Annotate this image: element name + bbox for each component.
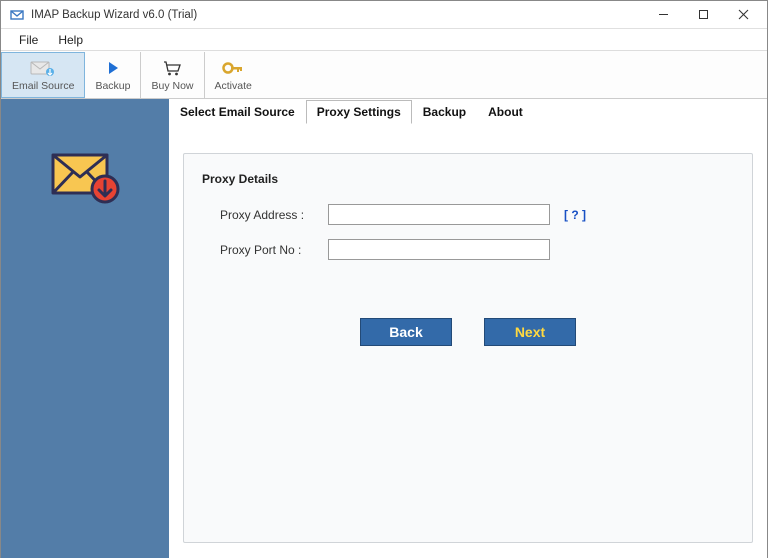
tab-proxy-settings[interactable]: Proxy Settings bbox=[306, 100, 412, 124]
titlebar: IMAP Backup Wizard v6.0 (Trial) bbox=[1, 1, 767, 29]
menu-file[interactable]: File bbox=[9, 31, 48, 49]
proxy-address-row: Proxy Address : [ ? ] bbox=[220, 204, 734, 225]
back-button[interactable]: Back bbox=[360, 318, 452, 346]
proxy-port-label: Proxy Port No : bbox=[220, 243, 328, 257]
proxy-port-row: Proxy Port No : bbox=[220, 239, 734, 260]
toolbar-buy-now[interactable]: Buy Now bbox=[141, 52, 204, 98]
menubar: File Help bbox=[1, 29, 767, 51]
toolbar: Email Source Backup Buy Now bbox=[1, 51, 767, 99]
envelope-download-icon bbox=[45, 137, 125, 210]
toolbar-activate[interactable]: Activate bbox=[205, 52, 262, 98]
toolbar-label: Email Source bbox=[12, 80, 74, 92]
app-icon bbox=[9, 7, 25, 23]
toolbar-email-source[interactable]: Email Source bbox=[1, 52, 85, 98]
buy-now-icon bbox=[162, 58, 182, 78]
tab-about[interactable]: About bbox=[477, 100, 534, 124]
window-controls bbox=[643, 2, 763, 28]
proxy-panel: Proxy Details Proxy Address : [ ? ] Prox… bbox=[183, 153, 753, 543]
minimize-button[interactable] bbox=[643, 2, 683, 28]
toolbar-backup[interactable]: Backup bbox=[85, 52, 141, 98]
next-button[interactable]: Next bbox=[484, 318, 576, 346]
help-link[interactable]: [ ? ] bbox=[564, 208, 586, 222]
panel-title: Proxy Details bbox=[202, 172, 734, 186]
tabs: Select Email Source Proxy Settings Backu… bbox=[169, 99, 767, 123]
toolbar-label: Activate bbox=[215, 80, 252, 92]
button-row: Back Next bbox=[202, 318, 734, 346]
tab-backup[interactable]: Backup bbox=[412, 100, 477, 124]
proxy-address-label: Proxy Address : bbox=[220, 208, 328, 222]
close-button[interactable] bbox=[723, 2, 763, 28]
main-area: Select Email Source Proxy Settings Backu… bbox=[1, 99, 767, 558]
tab-select-email-source[interactable]: Select Email Source bbox=[169, 100, 306, 124]
toolbar-label: Buy Now bbox=[151, 80, 193, 92]
window-title: IMAP Backup Wizard v6.0 (Trial) bbox=[31, 9, 643, 21]
content-area: Select Email Source Proxy Settings Backu… bbox=[169, 99, 767, 558]
toolbar-label: Backup bbox=[95, 80, 130, 92]
backup-icon bbox=[106, 58, 120, 78]
maximize-button[interactable] bbox=[683, 2, 723, 28]
proxy-address-input[interactable] bbox=[328, 204, 550, 225]
menu-help[interactable]: Help bbox=[48, 31, 93, 49]
sidebar bbox=[1, 99, 169, 558]
activate-icon bbox=[222, 58, 244, 78]
proxy-port-input[interactable] bbox=[328, 239, 550, 260]
email-source-icon bbox=[30, 58, 56, 78]
